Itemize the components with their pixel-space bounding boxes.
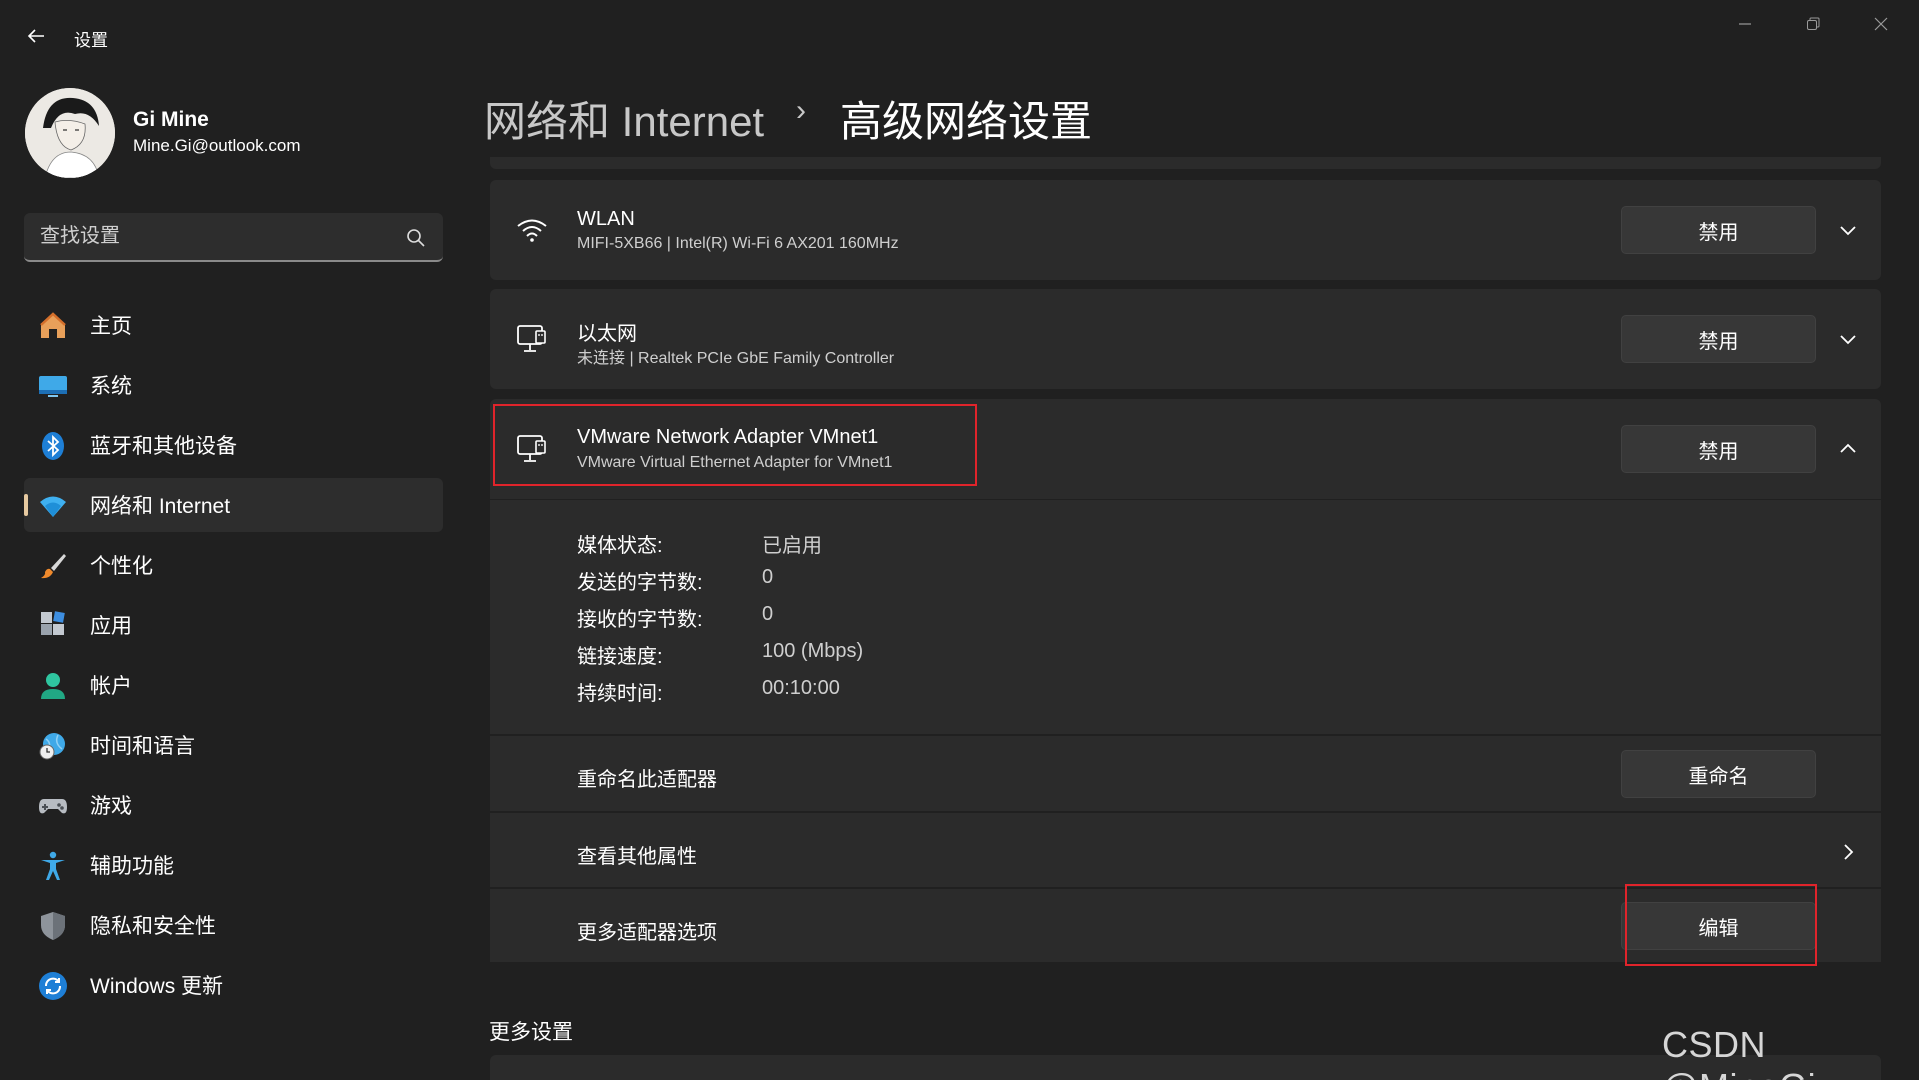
adapter-subtitle: VMware Virtual Ethernet Adapter for VMne… <box>577 454 893 471</box>
sidebar-item-system[interactable]: 系统 <box>24 358 443 412</box>
brush-icon <box>41 554 66 579</box>
update-icon <box>39 972 67 1000</box>
disable-button[interactable]: 禁用 <box>1621 425 1816 473</box>
wifi-icon <box>517 219 547 242</box>
gamepad-icon <box>39 799 67 814</box>
sidebar-item-privacy[interactable]: 隐私和安全性 <box>24 898 443 952</box>
globe-clock-icon <box>39 733 65 760</box>
ethernet-icon <box>517 435 546 462</box>
sidebar-item-label: 个性化 <box>90 555 153 578</box>
sidebar-item-home[interactable]: 主页 <box>24 298 443 352</box>
sidebar-item-gaming[interactable]: 游戏 <box>24 778 443 832</box>
monitor-icon <box>39 376 67 397</box>
divider <box>490 734 1881 736</box>
sidebar-item-label: 隐私和安全性 <box>90 915 216 938</box>
search-icon[interactable] <box>404 226 428 250</box>
page-title: 高级网络设置 <box>840 98 1093 145</box>
divider <box>490 811 1881 813</box>
chevron-up-icon[interactable] <box>1836 437 1860 461</box>
back-arrow-icon <box>27 29 44 43</box>
avatar-illustration-icon <box>25 88 115 178</box>
more-settings-title: 更多设置 <box>489 1021 573 1044</box>
detail-label: 接收的字节数: <box>577 609 703 631</box>
restore-button[interactable] <box>1790 10 1836 38</box>
search-box[interactable] <box>24 213 443 262</box>
minimize-icon <box>1739 23 1751 25</box>
adapter-title: 以太网 <box>577 323 637 345</box>
ethernet-icon <box>517 325 546 352</box>
more-adapter-options-label: 更多适配器选项 <box>577 922 717 944</box>
adapter-title: WLAN <box>577 208 635 230</box>
shield-icon <box>41 912 65 940</box>
detail-value: 00:10:00 <box>762 677 840 699</box>
accessibility-icon <box>41 851 65 880</box>
account-icon <box>41 673 65 699</box>
watermark: CSDN @MineGi <box>1662 1024 1816 1080</box>
sidebar-item-windows-update[interactable]: Windows 更新 <box>24 958 443 1012</box>
close-button[interactable] <box>1858 10 1904 38</box>
user-email: Mine.Gi@outlook.com <box>133 136 301 155</box>
detail-label: 链接速度: <box>577 646 663 668</box>
apps-icon <box>41 611 65 635</box>
wifi-icon <box>40 496 66 517</box>
restore-icon <box>1807 17 1820 30</box>
sidebar-item-label: 辅助功能 <box>90 855 174 878</box>
minimize-button[interactable] <box>1722 10 1768 38</box>
detail-value: 100 (Mbps) <box>762 640 864 662</box>
view-properties-link[interactable]: 查看其他属性 <box>577 840 697 869</box>
sidebar-item-label: 帐户 <box>90 675 132 698</box>
avatar[interactable] <box>25 88 115 178</box>
adapter-title: VMware Network Adapter VMnet1 <box>577 426 879 448</box>
disable-button[interactable]: 禁用 <box>1621 206 1816 254</box>
close-icon <box>1874 17 1888 31</box>
chevron-right-icon[interactable] <box>1836 840 1860 864</box>
sidebar-item-label: 主页 <box>90 315 132 338</box>
chevron-down-icon[interactable] <box>1836 218 1860 242</box>
sidebar-item-label: Windows 更新 <box>90 975 224 998</box>
adapter-subtitle: 未连接 | Realtek PCIe GbE Family Controller <box>577 350 895 367</box>
sidebar-item-apps[interactable]: 应用 <box>24 598 443 652</box>
detail-value: 0 <box>762 603 774 625</box>
sidebar-item-label: 时间和语言 <box>90 735 195 758</box>
adapter-card-vmnet1[interactable]: VMware Network Adapter VMnet1 VMware Vir… <box>490 399 1881 499</box>
sidebar-item-label: 系统 <box>90 375 132 398</box>
divider <box>490 887 1881 889</box>
rename-button[interactable]: 重命名 <box>1621 750 1816 798</box>
sidebar-item-time-language[interactable]: 时间和语言 <box>24 718 443 772</box>
rename-adapter-label: 重命名此适配器 <box>577 769 717 791</box>
edit-button[interactable]: 编辑 <box>1621 902 1816 950</box>
sidebar-item-label: 游戏 <box>90 795 132 818</box>
back-button[interactable] <box>20 22 52 50</box>
sidebar-item-accounts[interactable]: 帐户 <box>24 658 443 712</box>
home-icon <box>40 312 66 338</box>
detail-label: 持续时间: <box>577 683 663 705</box>
title-bar: 设置 <box>0 0 1919 72</box>
sidebar-item-personalization[interactable]: 个性化 <box>24 538 443 592</box>
adapter-card-ethernet[interactable]: 以太网 未连接 | Realtek PCIe GbE Family Contro… <box>490 289 1881 389</box>
sidebar-item-label: 蓝牙和其他设备 <box>90 435 237 458</box>
detail-label: 媒体状态: <box>577 535 663 557</box>
chevron-down-icon[interactable] <box>1836 327 1860 351</box>
search-input[interactable] <box>40 213 400 260</box>
detail-value: 已启用 <box>762 535 822 557</box>
adapter-details-panel: 媒体状态: 已启用 发送的字节数: 0 接收的字节数: 0 链接速度: 100 … <box>490 500 1881 962</box>
detail-label: 发送的字节数: <box>577 572 703 594</box>
bluetooth-icon <box>42 432 64 460</box>
sidebar-item-bluetooth[interactable]: 蓝牙和其他设备 <box>24 418 443 472</box>
sidebar-nav: 主页 系统 蓝牙和其他设备 网络和 Internet 个性化 应用 帐户 时间和… <box>24 298 443 1018</box>
breadcrumb-parent[interactable]: 网络和 Internet <box>484 88 764 149</box>
sidebar-item-label: 网络和 Internet <box>90 495 231 518</box>
user-name: Gi Mine <box>133 108 209 131</box>
detail-value: 0 <box>762 566 774 588</box>
app-title: 设置 <box>74 31 108 50</box>
sidebar-item-network[interactable]: 网络和 Internet <box>24 478 443 532</box>
adapter-card-wlan[interactable]: WLAN MIFI-5XB66 | Intel(R) Wi-Fi 6 AX201… <box>490 180 1881 280</box>
previous-card-edge <box>490 157 1881 169</box>
sidebar-item-label: 应用 <box>90 615 132 638</box>
adapter-subtitle: MIFI-5XB66 | Intel(R) Wi-Fi 6 AX201 160M… <box>577 235 899 252</box>
sidebar-item-accessibility[interactable]: 辅助功能 <box>24 838 443 892</box>
disable-button[interactable]: 禁用 <box>1621 315 1816 363</box>
breadcrumb-separator: › <box>796 94 806 127</box>
